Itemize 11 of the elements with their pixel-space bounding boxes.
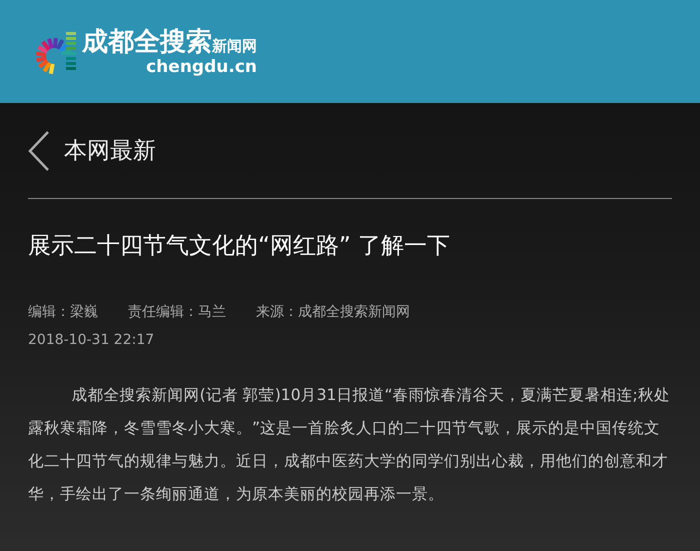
logo-subtitle: 新闻网 (212, 36, 257, 56)
article-title: 展示二十四节气文化的“网红路” 了解一下 (28, 232, 452, 261)
back-button[interactable]: 本网最新 (28, 130, 156, 172)
meta-text: 责任编辑：马兰 (128, 303, 226, 322)
article-date: 2018-10-31 22:17 (28, 331, 156, 350)
meta-text: 编辑：梁巍 (28, 303, 98, 322)
logo-domain: chengdu.cn (146, 56, 257, 76)
article-body: 成都全搜索新闻网(记者 郭莹)10月31日报道“春雨惊春清谷天，夏满芒夏暑相连;秋处露秋寒霜降，冬雪雪冬小大寒。”这是一首脍炙人口的二十四节气歌，展示的是中国传统文化二十四节气的规律与魅力。近日，成都中医药大学的同学们别出心裁，用他们的创意和才华，手绘出了一条绚丽通道，为原本美丽的校园再添一景。 (28, 385, 671, 505)
logo-title: 成都全搜索 (82, 26, 212, 56)
meta-text: 来源：成都全搜索新闻网 (256, 303, 410, 322)
back-chevron-icon (28, 130, 50, 172)
